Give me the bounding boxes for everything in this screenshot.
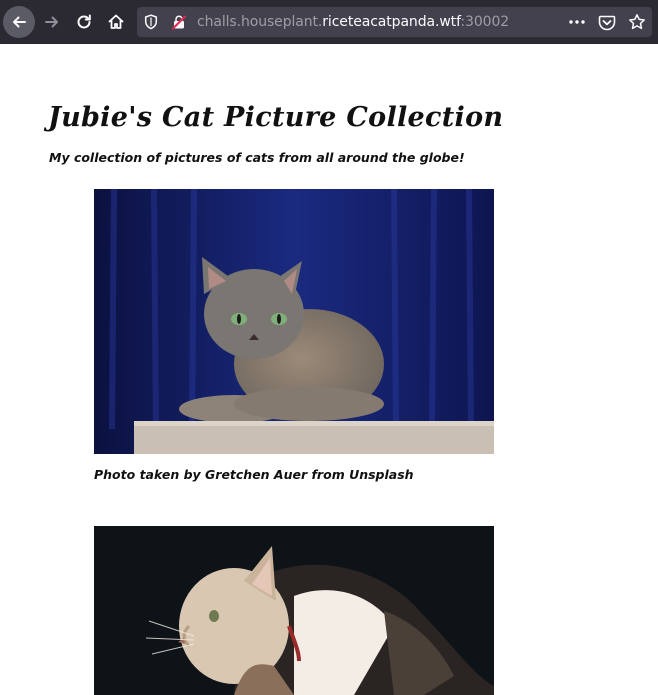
url-actions — [568, 12, 646, 32]
insecure-lock-icon[interactable] — [171, 14, 187, 34]
reload-icon — [77, 14, 91, 29]
star-icon[interactable] — [628, 13, 646, 31]
url-bar[interactable]: challs.houseplant.riceteacatpanda.wtf:30… — [137, 7, 652, 37]
home-button[interactable] — [100, 6, 132, 38]
url-port: :30002 — [460, 14, 510, 30]
shield-icon[interactable] — [144, 14, 158, 34]
url-host: riceteacatpanda.wtf — [322, 14, 461, 30]
home-icon — [108, 14, 124, 29]
back-arrow-icon — [13, 16, 26, 28]
pocket-icon[interactable] — [598, 14, 616, 31]
url-subdomain: challs.houseplant. — [197, 14, 323, 30]
browser-toolbar: challs.houseplant.riceteacatpanda.wtf:30… — [0, 0, 658, 44]
cat-photo-1 — [94, 189, 494, 454]
url-text[interactable]: challs.houseplant.riceteacatpanda.wtf:30… — [197, 13, 509, 31]
photo-caption: Photo taken by Gretchen Auer from Unspla… — [94, 467, 414, 482]
page-title: Jubie's Cat Picture Collection — [48, 102, 504, 133]
cat-photo-2 — [94, 526, 494, 695]
back-button[interactable] — [3, 6, 35, 38]
more-icon[interactable] — [568, 19, 586, 25]
reload-button[interactable] — [68, 6, 100, 38]
page-content: Jubie's Cat Picture Collection My collec… — [0, 44, 658, 695]
forward-arrow-icon — [45, 16, 58, 28]
forward-button[interactable] — [36, 6, 68, 38]
page-subtitle: My collection of pictures of cats from a… — [49, 150, 465, 165]
